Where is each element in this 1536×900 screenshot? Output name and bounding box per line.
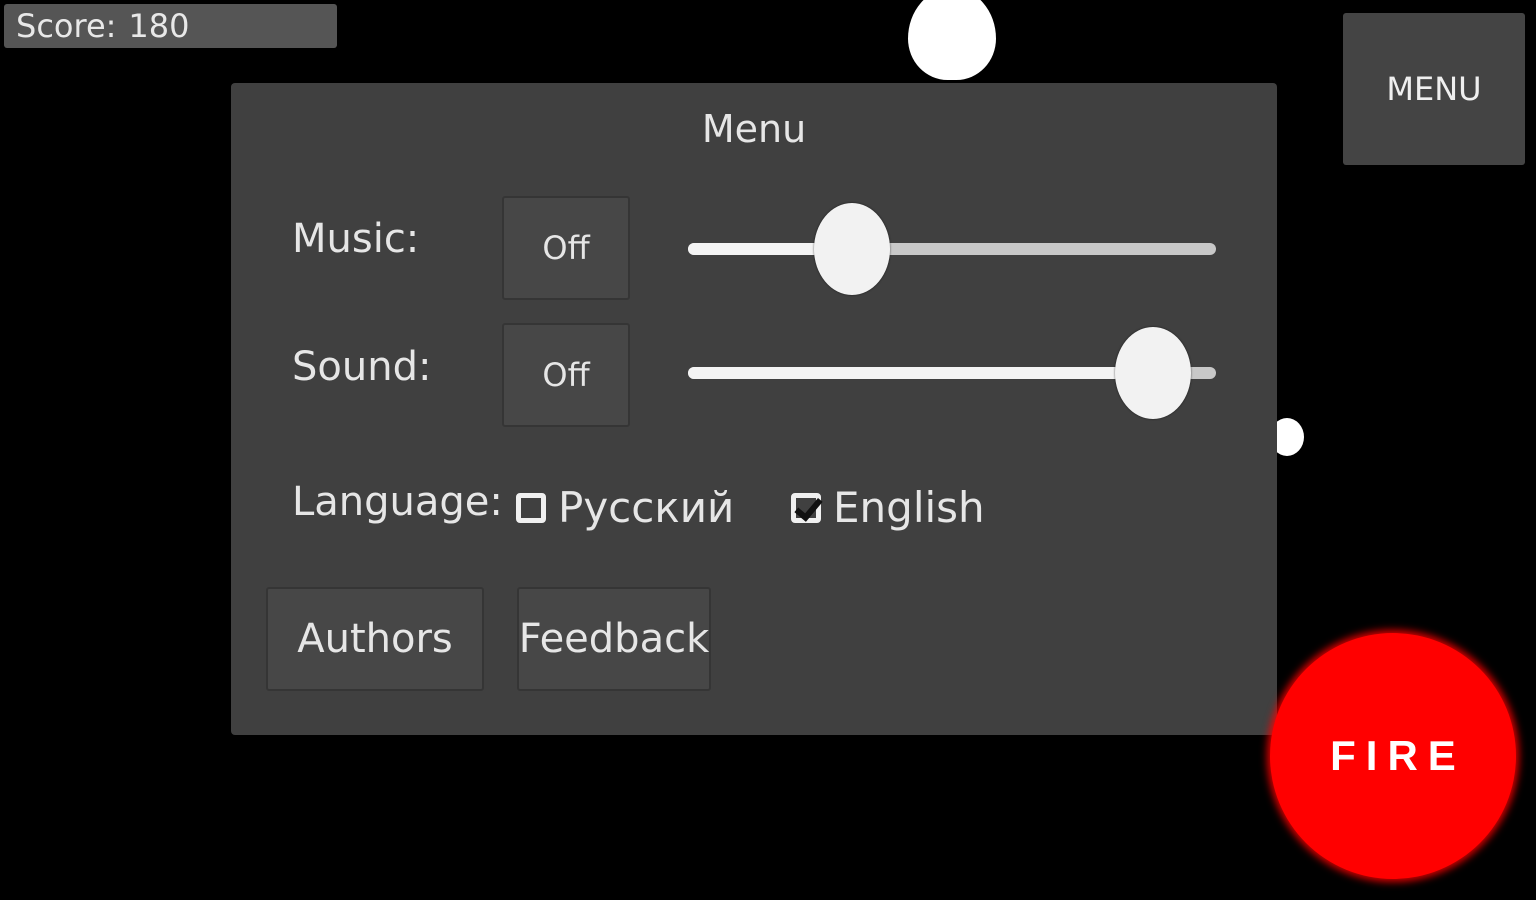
music-label: Music: (292, 216, 420, 262)
authors-button[interactable]: Authors (266, 587, 484, 691)
language-option-russian[interactable]: Русский (516, 483, 734, 532)
menu-title: Menu (701, 107, 807, 151)
sound-slider-handle[interactable] (1114, 327, 1191, 419)
sound-slider-fill (688, 367, 1153, 379)
language-option-english[interactable]: English (791, 483, 985, 532)
sound-toggle-button[interactable]: Off (502, 323, 630, 427)
music-volume-slider[interactable] (688, 203, 1216, 295)
score-label: Score: (16, 7, 117, 45)
sound-volume-slider[interactable] (688, 327, 1216, 419)
music-slider-handle[interactable] (813, 203, 890, 295)
russian-label: Русский (558, 483, 735, 532)
music-toggle-button[interactable]: Off (502, 196, 630, 300)
menu-button[interactable]: MENU (1343, 13, 1525, 165)
score-value: 180 (128, 7, 190, 45)
fire-button[interactable]: FIRE (1270, 633, 1516, 879)
sound-label: Sound: (292, 344, 432, 390)
white-blob-sprite (908, 0, 996, 80)
russian-checkbox[interactable] (516, 492, 546, 523)
score-display: Score: 180 (4, 4, 337, 48)
english-checkbox[interactable] (791, 492, 821, 523)
english-label: English (833, 483, 985, 532)
menu-panel: Menu Music: Off Sound: Off Language: Рус… (231, 83, 1277, 735)
language-label: Language: (292, 479, 503, 525)
feedback-button[interactable]: Feedback (517, 587, 711, 691)
